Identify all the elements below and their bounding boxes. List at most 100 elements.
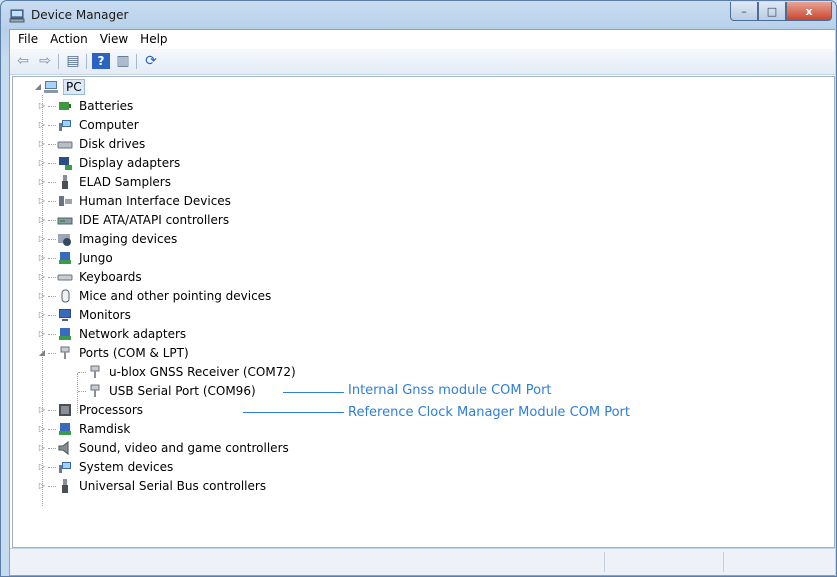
tree-connector: [48, 428, 56, 430]
network-adapter-icon: [59, 328, 71, 340]
disk-drive-icon: [57, 141, 73, 149]
tree-item[interactable]: ▷ System devices: [37, 458, 175, 476]
tree-port-item[interactable]: u-blox GNSS Receiver (COM72): [77, 363, 298, 381]
tree-connector: [48, 200, 56, 202]
expand-icon[interactable]: ▷: [37, 139, 47, 149]
tree-item[interactable]: ◢ Ports (COM & LPT): [37, 344, 191, 362]
collapse-icon[interactable]: ◢: [33, 82, 43, 92]
tree-item[interactable]: ▷ Display adapters: [37, 154, 182, 172]
tree-item-label: Ramdisk: [79, 422, 131, 436]
tree-item[interactable]: ▷ Computer: [37, 116, 141, 134]
tree-item-label: Monitors: [79, 308, 131, 322]
expand-icon[interactable]: ▷: [37, 443, 47, 453]
status-divider: [723, 552, 724, 572]
expand-icon[interactable]: ▷: [37, 234, 47, 244]
expand-icon[interactable]: ▷: [37, 329, 47, 339]
expand-icon[interactable]: ▷: [37, 253, 47, 263]
display-adapter-icon: [59, 157, 72, 170]
tree-item-label: Keyboards: [79, 270, 142, 284]
tree-connector: [48, 124, 56, 126]
expand-icon[interactable]: ▷: [37, 424, 47, 434]
usb-device-icon: [62, 175, 68, 189]
toolbar-separator: [58, 54, 59, 69]
expand-icon[interactable]: ▷: [37, 177, 47, 187]
battery-icon: [59, 102, 71, 110]
properties-icon[interactable]: ▤: [64, 53, 82, 69]
annotation-clock-port: Reference Clock Manager Module COM Port: [348, 405, 630, 420]
view-icon[interactable]: ▥: [114, 53, 132, 69]
maximize-icon: □: [766, 4, 778, 18]
menu-bar: File Action View Help: [10, 30, 835, 49]
tree-item[interactable]: ▷ Universal Serial Bus controllers: [37, 477, 268, 495]
tree-item[interactable]: ▷ Processors: [37, 401, 145, 419]
minimize-button[interactable]: –: [730, 2, 758, 21]
close-button[interactable]: x: [786, 2, 832, 21]
tree-item[interactable]: ▷ Sound, video and game controllers: [37, 439, 291, 457]
expand-icon[interactable]: ▷: [37, 272, 47, 282]
tree-connector: [48, 466, 56, 468]
expand-icon[interactable]: ▷: [37, 215, 47, 225]
menu-view[interactable]: View: [94, 30, 134, 49]
processor-icon: [59, 404, 71, 416]
tree-item-label: ELAD Samplers: [79, 175, 171, 189]
port-icon: [90, 384, 100, 397]
tree-item-label: Computer: [79, 118, 139, 132]
tree-item[interactable]: ▷ Mice and other pointing devices: [37, 287, 273, 305]
tree-connector: [48, 352, 56, 354]
expand-icon[interactable]: ▷: [37, 310, 47, 320]
menu-action[interactable]: Action: [44, 30, 94, 49]
menu-file[interactable]: File: [12, 30, 44, 49]
ide-controller-icon: [57, 217, 73, 225]
tree-root-pc[interactable]: ◢ PC: [33, 78, 85, 96]
help-icon[interactable]: ?: [92, 53, 110, 69]
tree-port-item[interactable]: USB Serial Port (COM96): [77, 382, 258, 400]
tree-item[interactable]: ▷ Keyboards: [37, 268, 144, 286]
port-icon: [90, 365, 100, 378]
tree-item-label: Ports (COM & LPT): [79, 346, 189, 360]
tree-port-label: USB Serial Port (COM96): [109, 384, 256, 398]
tree-connector: [48, 105, 56, 107]
expand-icon[interactable]: ▷: [37, 101, 47, 111]
tree-item[interactable]: ▷ Batteries: [37, 97, 135, 115]
forward-icon[interactable]: ⇨: [36, 53, 54, 69]
tree-item[interactable]: ▷ Ramdisk: [37, 420, 132, 438]
tree-item-label: System devices: [79, 460, 174, 474]
device-tree: ◢ PC ▷ Batteries ▷ Computer ▷ Disk drives ▷ Dis…: [12, 76, 835, 548]
toolbar: ⇦ ⇨ ▤ ? ▥ ⟳: [10, 49, 835, 75]
title-bar[interactable]: Device Manager – □ x: [1, 1, 836, 29]
expand-icon[interactable]: ▷: [37, 462, 47, 472]
expand-icon[interactable]: ▷: [37, 405, 47, 415]
scan-hardware-icon[interactable]: ⟳: [142, 53, 160, 69]
system-device-icon: [59, 462, 71, 473]
tree-item[interactable]: ▷ Jungo: [37, 249, 115, 267]
tree-item-label: Human Interface Devices: [79, 194, 231, 208]
tree-item[interactable]: ▷ Imaging devices: [37, 230, 179, 248]
expand-icon[interactable]: ▷: [37, 481, 47, 491]
tree-item[interactable]: ▷ Human Interface Devices: [37, 192, 233, 210]
annotation-gnss-port: Internal Gnss module COM Port: [348, 383, 552, 398]
tree-connector: [48, 181, 56, 183]
tree-item[interactable]: ▷ ELAD Samplers: [37, 173, 173, 191]
collapse-icon[interactable]: ◢: [37, 348, 47, 358]
maximize-button[interactable]: □: [758, 2, 786, 21]
tree-item[interactable]: ▷ Monitors: [37, 306, 133, 324]
tree-connector: [78, 371, 86, 373]
menu-help[interactable]: Help: [134, 30, 173, 49]
expand-icon[interactable]: ▷: [37, 196, 47, 206]
annotation-line-gnss: [283, 392, 344, 393]
tree-item[interactable]: ▷ Disk drives: [37, 135, 147, 153]
tree-connector: [48, 238, 56, 240]
tree-connector: [48, 276, 56, 278]
tree-item-label: IDE ATA/ATAPI controllers: [79, 213, 230, 227]
minimize-icon: –: [741, 4, 747, 18]
speaker-icon: [58, 440, 69, 456]
computer-icon: [59, 120, 71, 131]
tree-item[interactable]: ▷ Network adapters: [37, 325, 188, 343]
tree-item-label: Universal Serial Bus controllers: [79, 479, 267, 493]
back-icon[interactable]: ⇦: [14, 53, 32, 69]
device-manager-app-icon: [9, 9, 25, 23]
expand-icon[interactable]: ▷: [37, 120, 47, 130]
expand-icon[interactable]: ▷: [37, 291, 47, 301]
tree-item[interactable]: ▷ IDE ATA/ATAPI controllers: [37, 211, 231, 229]
expand-icon[interactable]: ▷: [37, 158, 47, 168]
